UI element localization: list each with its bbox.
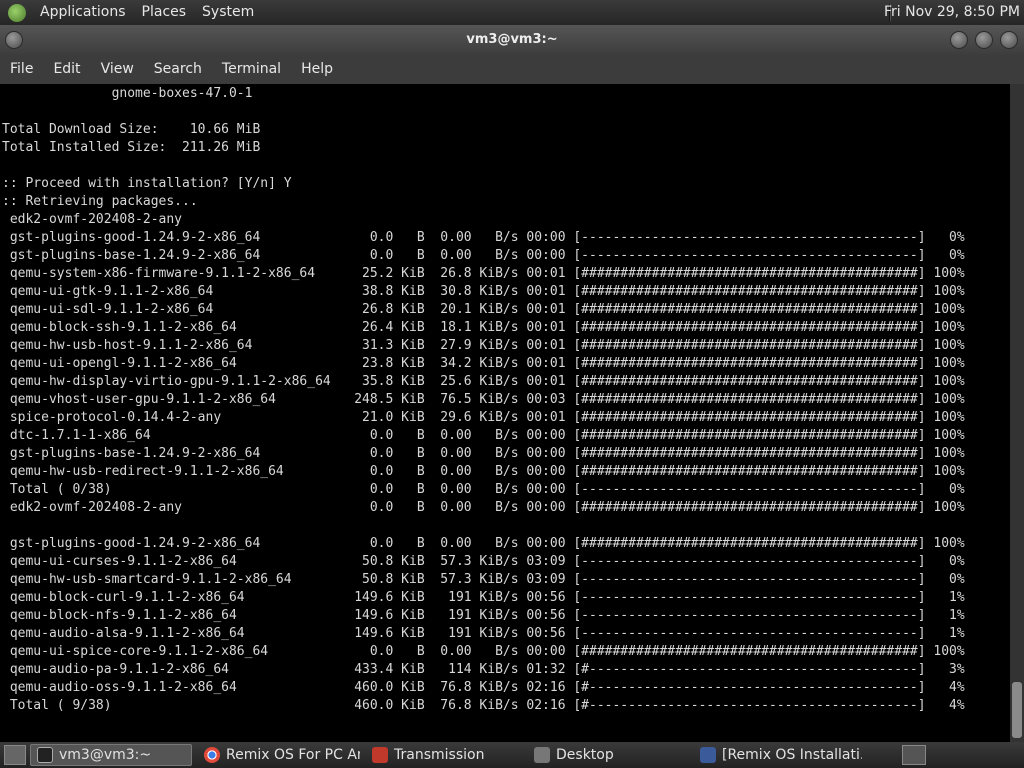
terminal-line: gst-plugins-base-1.24.9-2-x86_64 0.0 B 0… [2,248,965,263]
bottom-taskbar: vm3@vm3:~ Remix OS For PC An... Transmis… [0,742,1024,768]
task-browser[interactable]: Remix OS For PC An... [198,744,360,766]
task-terminal[interactable]: vm3@vm3:~ [30,744,192,766]
menu-help[interactable]: Help [291,55,343,84]
terminal-menubar: File Edit View Search Terminal Help [0,55,1024,84]
menu-search[interactable]: Search [144,55,212,84]
terminal-line: Total Installed Size: 211.26 MiB [2,140,261,155]
terminal-line: Total ( 9/38) 460.0 KiB 76.8 KiB/s 02:16… [2,698,965,713]
terminal-line: qemu-system-x86-firmware-9.1.1-2-x86_64 … [2,266,965,281]
terminal-line: :: Proceed with installation? [Y/n] Y [2,176,292,191]
terminal-line: edk2-ovmf-202408-2-any 0.0 B 0.00 B/s 00… [2,500,965,515]
window-menu-button[interactable] [5,31,23,49]
menu-terminal[interactable]: Terminal [212,55,291,84]
terminal-line: gst-plugins-good-1.24.9-2-x86_64 0.0 B 0… [2,230,965,245]
terminal-line: qemu-ui-gtk-9.1.1-2-x86_64 38.8 KiB 30.8… [2,284,965,299]
terminal-line: spice-protocol-0.14.4-2-any 21.0 KiB 29.… [2,410,965,425]
panel-menus: Applications Places System [0,0,262,25]
menu-view[interactable]: View [91,55,144,84]
chrome-icon [204,747,220,763]
terminal-line: edk2-ovmf-202408-2-any [2,212,183,227]
terminal-line: qemu-ui-curses-9.1.1-2-x86_64 50.8 KiB 5… [2,554,965,569]
terminal-line: qemu-audio-oss-9.1.1-2-x86_64 460.0 KiB … [2,680,965,695]
window-title: vm3@vm3:~ [466,32,558,47]
show-desktop-icon[interactable] [4,745,26,765]
terminal-output[interactable]: gnome-boxes-47.0-1 Total Download Size: 1… [0,84,1010,742]
terminal-line: qemu-hw-usb-redirect-9.1.1-2-x86_64 0.0 … [2,464,965,479]
menu-edit[interactable]: Edit [43,55,90,84]
maximize-button[interactable] [975,31,993,49]
terminal-icon [37,747,53,763]
workspace-switcher-icon[interactable] [902,745,926,765]
terminal-line: :: Retrieving packages... [2,194,198,209]
scrollbar-thumb[interactable] [1012,682,1022,738]
terminal-line: gst-plugins-base-1.24.9-2-x86_64 0.0 B 0… [2,446,965,461]
task-desktop[interactable]: Desktop [528,744,688,766]
places-menu[interactable]: Places [134,0,195,25]
remix-icon [700,747,716,763]
task-label: [Remix OS Installati... [722,747,862,763]
task-transmission[interactable]: Transmission [366,744,522,766]
terminal-line: Total ( 0/38) 0.0 B 0.00 B/s 00:00 [----… [2,482,965,497]
folder-icon [534,747,550,763]
terminal-scrollbar[interactable] [1010,84,1024,742]
menu-file[interactable]: File [0,55,43,84]
task-label: vm3@vm3:~ [59,747,152,763]
applications-menu[interactable]: Applications [32,0,134,25]
task-label: Transmission [394,747,485,763]
top-panel: Applications Places System Fri Nov 29, 8… [0,0,1024,25]
terminal-line: qemu-hw-display-virtio-gpu-9.1.1-2-x86_6… [2,374,965,389]
task-label: Desktop [556,747,614,763]
terminal-line: Total Download Size: 10.66 MiB [2,122,261,137]
clock[interactable]: Fri Nov 29, 8:50 PM [876,0,1020,25]
close-button[interactable] [1000,31,1018,49]
terminal-line: qemu-block-curl-9.1.1-2-x86_64 149.6 KiB… [2,590,965,605]
terminal-line: qemu-ui-spice-core-9.1.1-2-x86_64 0.0 B … [2,644,965,659]
terminal-line: qemu-block-ssh-9.1.1-2-x86_64 26.4 KiB 1… [2,320,965,335]
terminal-line: qemu-block-nfs-9.1.1-2-x86_64 149.6 KiB … [2,608,965,623]
terminal-line: qemu-hw-usb-smartcard-9.1.1-2-x86_64 50.… [2,572,965,587]
terminal-line: dtc-1.7.1-1-x86_64 0.0 B 0.00 B/s 00:00 … [2,428,965,443]
terminal-line: gst-plugins-good-1.24.9-2-x86_64 0.0 B 0… [2,536,965,551]
terminal-line: qemu-audio-alsa-9.1.1-2-x86_64 149.6 KiB… [2,626,965,641]
gnome-foot-icon[interactable] [8,3,26,22]
terminal-line: qemu-audio-pa-9.1.1-2-x86_64 433.4 KiB 1… [2,662,965,677]
transmission-icon [372,747,388,763]
window-titlebar[interactable]: vm3@vm3:~ [0,25,1024,55]
task-remix-installation[interactable]: [Remix OS Installati... [694,744,862,766]
terminal-line: qemu-hw-usb-host-9.1.1-2-x86_64 31.3 KiB… [2,338,965,353]
minimize-button[interactable] [950,31,968,49]
system-menu[interactable]: System [194,0,262,25]
terminal-line: qemu-ui-sdl-9.1.1-2-x86_64 26.8 KiB 20.1… [2,302,965,317]
task-label: Remix OS For PC An... [226,747,360,763]
terminal-line: qemu-ui-opengl-9.1.1-2-x86_64 23.8 KiB 3… [2,356,965,371]
terminal-line: gnome-boxes-47.0-1 [2,86,253,101]
terminal-line: qemu-vhost-user-gpu-9.1.1-2-x86_64 248.5… [2,392,965,407]
